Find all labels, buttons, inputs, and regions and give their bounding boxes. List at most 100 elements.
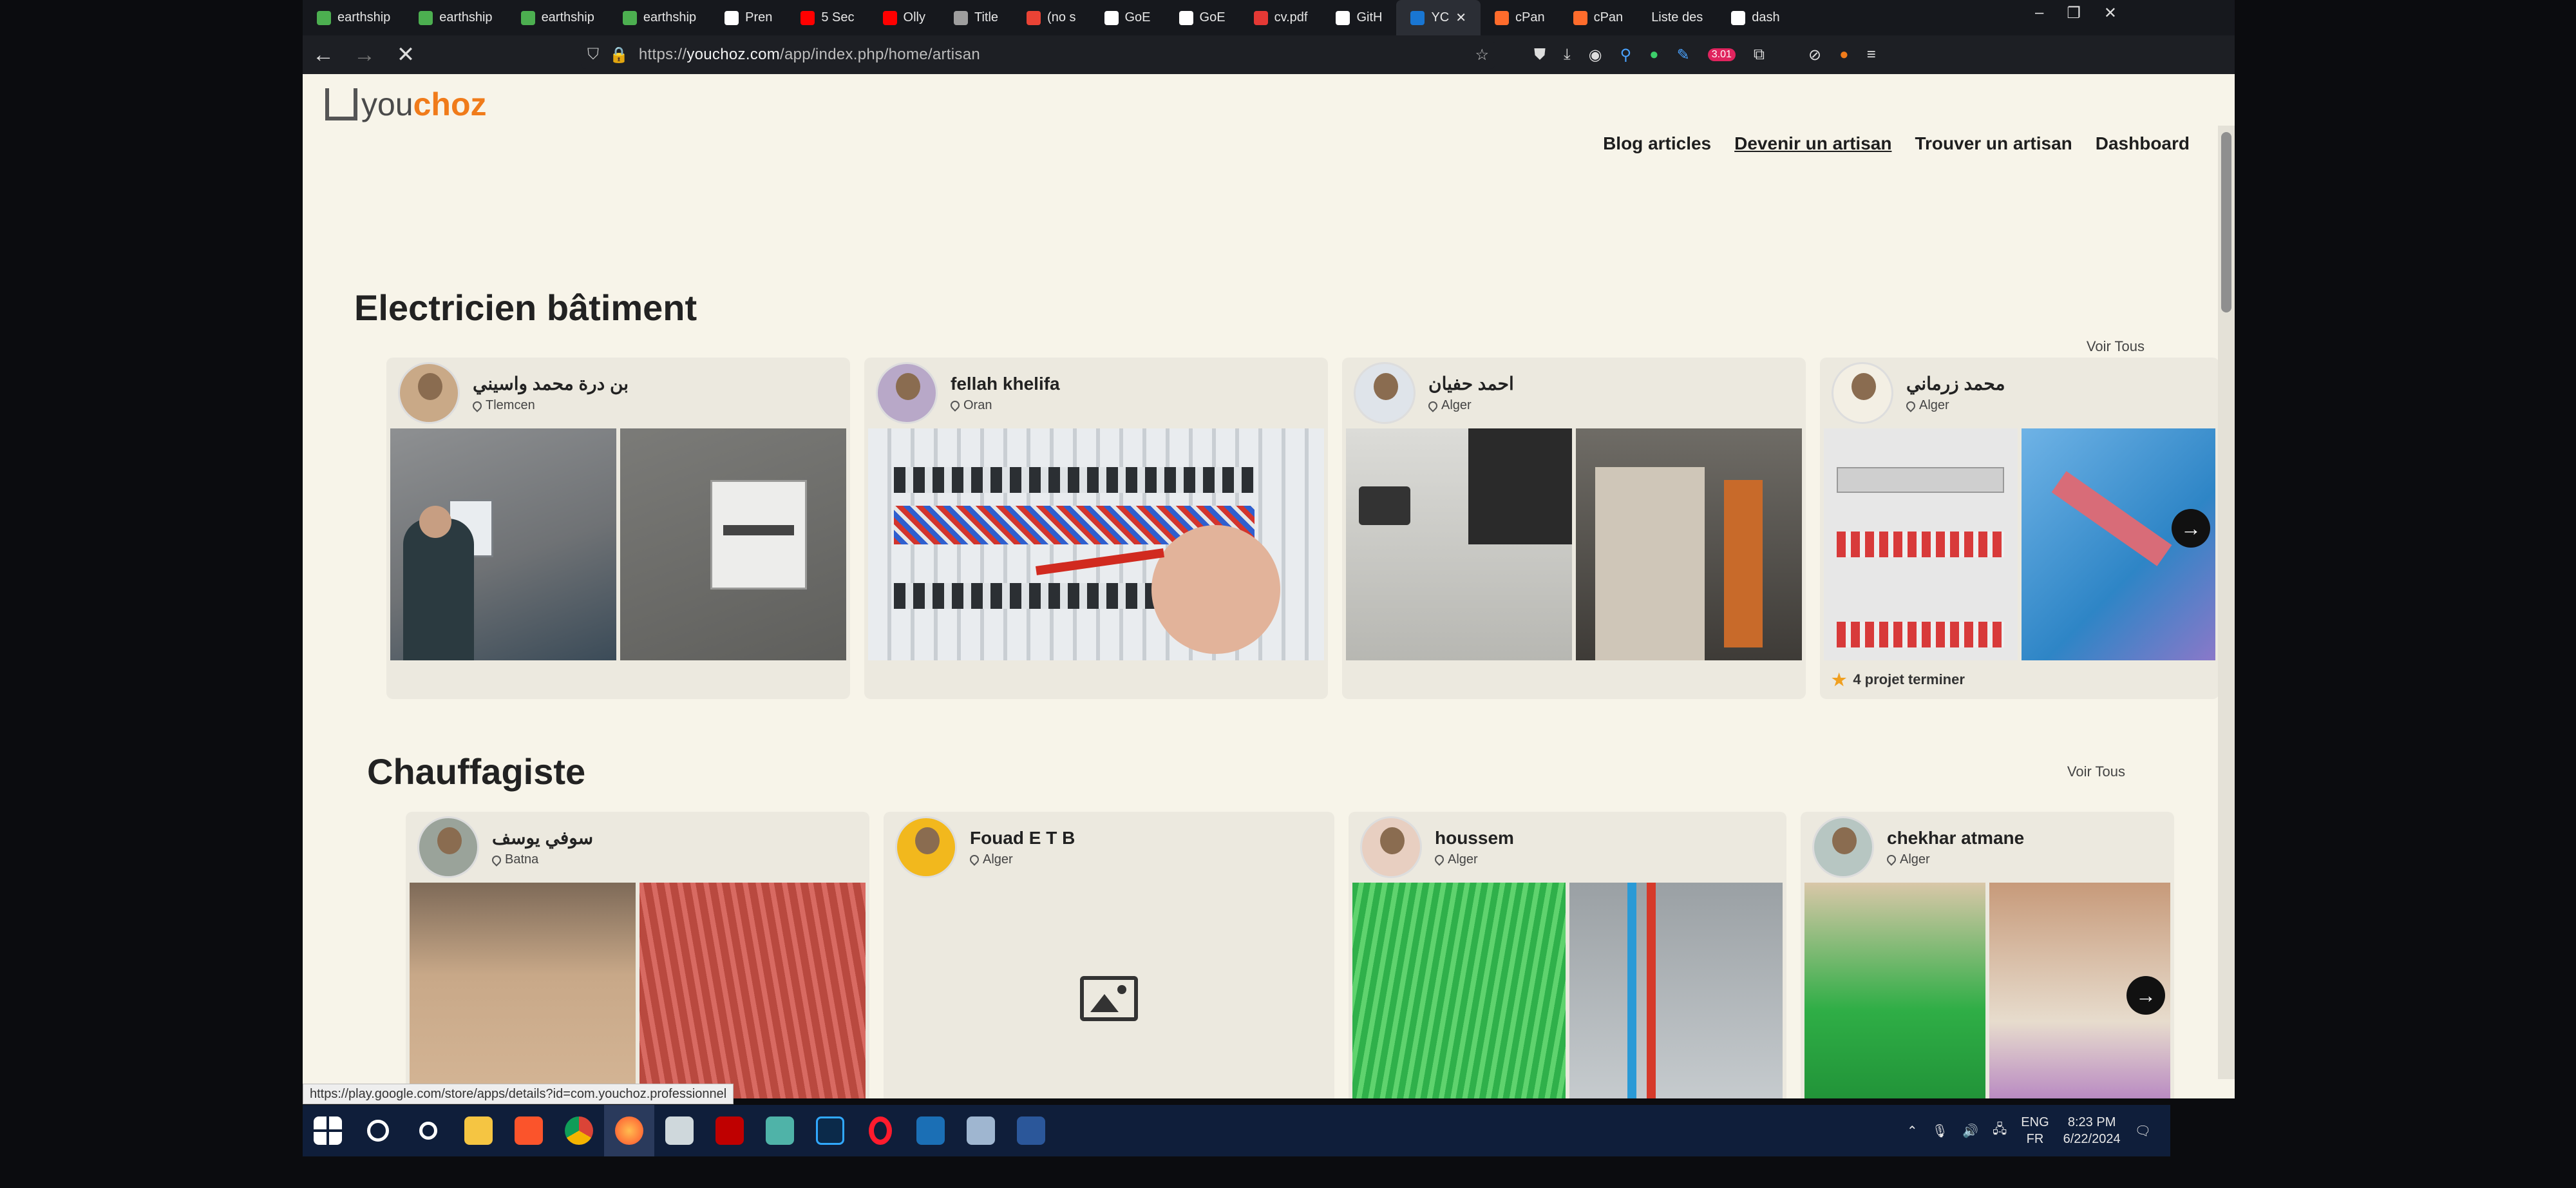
browser-tab[interactable]: Liste des <box>1637 0 1717 35</box>
network-icon[interactable]: 🖧 <box>1993 1120 2007 1142</box>
next-arrow-icon[interactable]: → <box>2172 509 2210 548</box>
stop-loading-icon[interactable]: ✕ <box>385 35 426 74</box>
artisan-card[interactable]: fellah khelifa Oran <box>864 358 1328 699</box>
artisan-card[interactable]: احمد حفيان Alger <box>1342 358 1806 699</box>
maximize-icon[interactable]: ❐ <box>2067 4 2081 23</box>
project-photo[interactable] <box>1824 428 2018 660</box>
scrollbar-thumb[interactable] <box>2221 132 2231 312</box>
filezilla-icon[interactable] <box>705 1105 755 1156</box>
browser-tab[interactable]: (no s <box>1012 0 1090 35</box>
browser-tab[interactable]: earthship <box>404 0 506 35</box>
browser-tab[interactable]: Title <box>940 0 1012 35</box>
notification-badge[interactable]: 3.01 <box>1707 48 1736 61</box>
project-photos <box>406 883 869 1098</box>
chevron-up-icon[interactable]: ⌃ <box>1907 1123 1918 1139</box>
brave-icon[interactable] <box>504 1105 554 1156</box>
pdf-icon <box>1253 10 1268 25</box>
artisan-card[interactable]: محمد زرماني Alger → ★ 4 projet terminer <box>1820 358 2219 699</box>
project-photo[interactable] <box>390 428 616 660</box>
notification-icon[interactable]: 🗨 <box>2135 1123 2151 1139</box>
menu-dashboard[interactable]: Dashboard <box>2096 133 2190 154</box>
project-photo[interactable] <box>620 428 846 660</box>
project-photo[interactable] <box>1352 883 1566 1098</box>
card-footer: ★ 4 projet terminer <box>1820 660 2219 699</box>
browser-tab[interactable]: earthship <box>303 0 404 35</box>
menu-icon[interactable]: ≡ <box>1867 46 1876 64</box>
project-photo[interactable] <box>868 428 1324 660</box>
project-photos <box>386 428 850 660</box>
search-icon[interactable]: ⚲ <box>1620 46 1632 64</box>
browser-tab[interactable]: earthship <box>507 0 609 35</box>
forward-arrow-icon[interactable]: → <box>344 35 385 74</box>
browser-tab[interactable]: Olly <box>869 0 940 35</box>
voir-tous-link[interactable]: Voir Tous <box>2067 763 2125 780</box>
pocket-icon[interactable]: ⛊ <box>1534 46 1546 64</box>
browser-tab[interactable]: earthship <box>609 0 710 35</box>
menu-blog-articles[interactable]: Blog articles <box>1603 133 1711 154</box>
puzzle-icon[interactable]: ⧉ <box>1754 46 1765 64</box>
voir-tous-link[interactable]: Voir Tous <box>2087 338 2145 355</box>
search-icon[interactable] <box>353 1105 403 1156</box>
chrome-icon[interactable] <box>554 1105 604 1156</box>
app-icon[interactable] <box>956 1105 1006 1156</box>
back-arrow-icon[interactable]: ← <box>303 35 344 74</box>
profile-icon[interactable]: ● <box>1839 46 1849 64</box>
project-photo[interactable] <box>1576 428 1802 660</box>
artisan-card[interactable]: Fouad E T B Alger <box>884 812 1334 1098</box>
cortana-icon[interactable] <box>403 1105 453 1156</box>
browser-tab[interactable]: Pren <box>710 0 786 35</box>
virtualbox-icon[interactable] <box>654 1105 705 1156</box>
menu-devenir-artisan[interactable]: Devenir un artisan <box>1734 133 1891 154</box>
project-photos <box>1820 428 2219 660</box>
system-tray: ⌃ 🎙 🔊 🖧 ENG FR 8:23 PM 6/22/2024 🗨 <box>1907 1114 2170 1147</box>
account-icon[interactable]: ◉ <box>1589 46 1602 64</box>
artisan-card[interactable]: chekhar atmane Alger → <box>1801 812 2174 1098</box>
sync-icon[interactable]: ⊘ <box>1808 46 1821 64</box>
menu-trouver-artisan[interactable]: Trouver un artisan <box>1915 133 2072 154</box>
browser-tab[interactable]: cPan <box>1559 0 1638 35</box>
word-icon[interactable] <box>1006 1105 1056 1156</box>
file-explorer-icon[interactable] <box>453 1105 504 1156</box>
language-indicator[interactable]: ENG FR <box>2021 1114 2049 1147</box>
site-logo[interactable]: you choz <box>325 86 487 123</box>
browser-tab[interactable]: cv.pdf <box>1240 0 1322 35</box>
browser-tab-active[interactable]: YC ✕ <box>1396 0 1481 35</box>
minimize-icon[interactable]: – <box>2035 4 2043 22</box>
bookmark-star-icon[interactable]: ☆ <box>1475 46 1489 64</box>
project-photo[interactable] <box>410 883 636 1098</box>
photoshop-icon[interactable] <box>805 1105 855 1156</box>
close-window-icon[interactable]: ✕ <box>2104 4 2117 23</box>
browser-tab[interactable]: GoE <box>1090 0 1165 35</box>
start-windows-icon[interactable] <box>303 1105 353 1156</box>
browser-tab[interactable]: cPan <box>1481 0 1559 35</box>
artisan-card[interactable]: بن درة محمد واسيني Tlemcen <box>386 358 850 699</box>
browser-tab[interactable]: 5 Sec <box>786 0 868 35</box>
microphone-icon[interactable]: 🎙 <box>1932 1123 1948 1139</box>
steam-icon[interactable] <box>905 1105 956 1156</box>
shield-icon[interactable]: ⛉ <box>587 46 599 64</box>
download-icon[interactable]: ⤓ <box>1564 46 1571 64</box>
notes-icon[interactable] <box>755 1105 805 1156</box>
opera-icon[interactable] <box>855 1105 905 1156</box>
project-photo[interactable] <box>1346 428 1572 660</box>
pen-icon[interactable]: ✎ <box>1677 46 1690 64</box>
extension-green-icon[interactable]: ● <box>1649 46 1659 64</box>
project-photo[interactable] <box>1804 883 1985 1098</box>
volume-icon[interactable]: 🔊 <box>1962 1123 1978 1139</box>
tab-favicon-icon <box>1410 10 1425 25</box>
browser-tab[interactable]: dash <box>1717 0 1794 35</box>
lock-icon[interactable]: 🔒 <box>609 46 629 64</box>
artisan-card[interactable]: houssem Alger <box>1349 812 1786 1098</box>
url-bar[interactable]: ⛉ 🔒 https://youchoz.com/app/index.php/ho… <box>581 41 1495 69</box>
clock[interactable]: 8:23 PM 6/22/2024 <box>2063 1114 2121 1147</box>
project-photo[interactable] <box>639 883 866 1098</box>
close-tab-icon[interactable]: ✕ <box>1455 10 1466 26</box>
browser-tab[interactable]: GoE <box>1165 0 1240 35</box>
artisan-card[interactable]: سوفي يوسف Batna <box>406 812 869 1098</box>
artisan-name: سوفي يوسف <box>492 828 594 848</box>
project-photo[interactable] <box>1569 883 1783 1098</box>
next-arrow-icon[interactable]: → <box>2126 976 2165 1015</box>
page-scrollbar[interactable] <box>2218 126 2235 1079</box>
browser-tab[interactable]: GitH <box>1321 0 1396 35</box>
firefox-icon[interactable] <box>604 1105 654 1156</box>
